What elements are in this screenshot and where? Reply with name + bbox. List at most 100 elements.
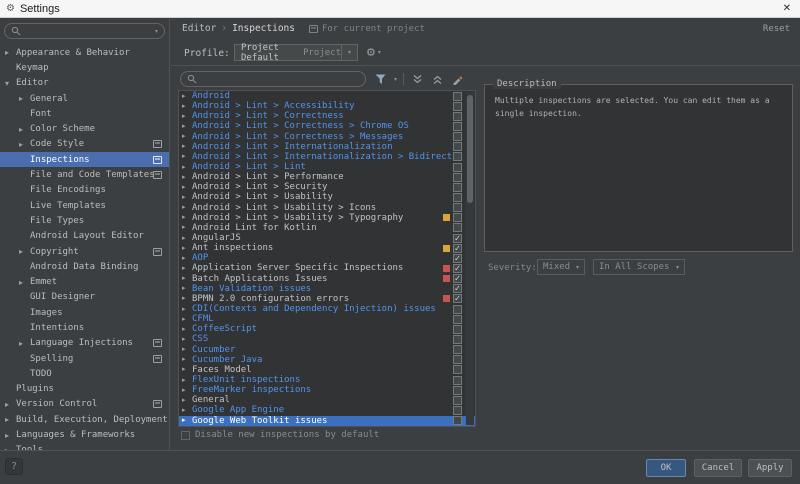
filter-caret-icon[interactable]: ▾ <box>394 76 397 83</box>
sidebar-item-intentions[interactable]: Intentions <box>0 320 169 335</box>
profile-actions-button[interactable]: ⚙ ▾ <box>366 46 381 59</box>
sidebar-item-font[interactable]: Font <box>0 106 169 121</box>
inspection-checkbox[interactable] <box>453 102 462 111</box>
inspection-checkbox[interactable]: ✓ <box>453 284 462 293</box>
chevron-right-icon[interactable]: ▸ <box>182 377 192 384</box>
sidebar-item-languages-frameworks[interactable]: ▸Languages & Frameworks <box>0 427 169 442</box>
inspection-row-flexunit-inspections[interactable]: ▸FlexUnit inspections <box>179 375 475 385</box>
chevron-right-icon[interactable]: ▸ <box>182 265 192 272</box>
chevron-right-icon[interactable]: ▸ <box>182 407 192 414</box>
chevron-right-icon[interactable]: ▸ <box>182 113 192 120</box>
inspection-checkbox[interactable]: ✓ <box>453 264 462 273</box>
sidebar-item-android-layout-editor[interactable]: Android Layout Editor <box>0 229 169 244</box>
inspection-row-android-lint-usability[interactable]: ▸Android > Lint > Usability <box>179 192 475 202</box>
chevron-right-icon[interactable]: ▸ <box>19 140 30 149</box>
chevron-right-icon[interactable]: ▸ <box>182 326 192 333</box>
chevron-right-icon[interactable]: ▸ <box>182 316 192 323</box>
inspection-checkbox[interactable]: ✓ <box>453 274 462 283</box>
chevron-right-icon[interactable]: ▸ <box>5 48 16 57</box>
chevron-right-icon[interactable]: ▸ <box>182 255 192 262</box>
chevron-right-icon[interactable]: ▸ <box>182 387 192 394</box>
inspections-search-input[interactable] <box>200 73 359 85</box>
sidebar-item-emmet[interactable]: ▸Emmet <box>0 274 169 289</box>
inspection-row-android-lint-correctness-messages[interactable]: ▸Android > Lint > Correctness > Messages <box>179 132 475 142</box>
sidebar-item-android-data-binding[interactable]: Android Data Binding <box>0 259 169 274</box>
chevron-right-icon[interactable]: ▸ <box>182 235 192 242</box>
chevron-right-icon[interactable]: ▸ <box>182 356 192 363</box>
sidebar-item-appearance-behavior[interactable]: ▸Appearance & Behavior <box>0 45 169 60</box>
chevron-right-icon[interactable]: ▸ <box>182 346 192 353</box>
chevron-right-icon[interactable]: ▸ <box>182 103 192 110</box>
inspection-row-batch-applications-issues[interactable]: ▸Batch Applications Issues✓ <box>179 274 475 284</box>
inspection-checkbox[interactable] <box>453 142 462 151</box>
sidebar-item-editor[interactable]: ▾Editor <box>0 76 169 91</box>
inspection-row-freemarker-inspections[interactable]: ▸FreeMarker inspections <box>179 385 475 395</box>
inspection-checkbox[interactable] <box>453 152 462 161</box>
chevron-right-icon[interactable]: ▸ <box>182 295 192 302</box>
inspection-row-google-app-engine[interactable]: ▸Google App Engine <box>179 405 475 415</box>
inspection-row-bean-validation-issues[interactable]: ▸Bean Validation issues✓ <box>179 284 475 294</box>
chevron-right-icon[interactable]: ▸ <box>182 194 192 201</box>
sidebar-item-plugins[interactable]: Plugins <box>0 382 169 397</box>
cancel-button[interactable]: Cancel <box>694 459 742 477</box>
breadcrumb-editor[interactable]: Editor <box>182 23 216 34</box>
brush-icon[interactable] <box>450 72 464 86</box>
inspection-row-ant-inspections[interactable]: ▸Ant inspections✓ <box>179 243 475 253</box>
inspection-checkbox[interactable] <box>453 335 462 344</box>
inspection-row-cucumber[interactable]: ▸Cucumber <box>179 345 475 355</box>
inspection-row-android-lint-correctness-chrome-os[interactable]: ▸Android > Lint > Correctness > Chrome O… <box>179 121 475 131</box>
inspection-row-cdi-contexts-and-dependency-injection-issues[interactable]: ▸CDI(Contexts and Dependency Injection) … <box>179 304 475 314</box>
sidebar-item-spelling[interactable]: Spelling <box>0 351 169 366</box>
sidebar-item-language-injections[interactable]: ▸Language Injections <box>0 336 169 351</box>
settings-search-box[interactable]: ▾ <box>4 23 165 39</box>
inspection-checkbox[interactable] <box>453 396 462 405</box>
expand-all-icon[interactable] <box>410 72 424 86</box>
chevron-right-icon[interactable]: ▸ <box>5 400 16 409</box>
inspection-row-bpmn-2-0-configuration-errors[interactable]: ▸BPMN 2.0 configuration errors✓ <box>179 294 475 304</box>
inspection-checkbox[interactable] <box>453 193 462 202</box>
inspection-row-coffeescript[interactable]: ▸CoffeeScript <box>179 324 475 334</box>
chevron-right-icon[interactable]: ▸ <box>19 125 30 134</box>
sidebar-item-images[interactable]: Images <box>0 305 169 320</box>
inspection-checkbox[interactable] <box>453 183 462 192</box>
inspection-checkbox[interactable] <box>453 386 462 395</box>
close-icon[interactable]: ✕ <box>783 3 791 14</box>
help-button[interactable]: ? <box>5 458 23 475</box>
sidebar-item-file-and-code-templates[interactable]: File and Code Templates <box>0 167 169 182</box>
chevron-right-icon[interactable]: ▸ <box>182 214 192 221</box>
inspection-row-css[interactable]: ▸CSS <box>179 334 475 344</box>
inspection-row-faces-model[interactable]: ▸Faces Model <box>179 365 475 375</box>
inspection-checkbox[interactable] <box>453 173 462 182</box>
inspection-row-android[interactable]: ▸Android <box>179 91 475 101</box>
disable-new-inspections-checkbox[interactable] <box>181 431 190 440</box>
inspection-row-android-lint-security[interactable]: ▸Android > Lint > Security <box>179 182 475 192</box>
inspection-checkbox[interactable] <box>453 163 462 172</box>
inspection-row-android-lint-for-kotlin[interactable]: ▸Android Lint for Kotlin <box>179 223 475 233</box>
chevron-right-icon[interactable]: ▸ <box>182 133 192 140</box>
chevron-right-icon[interactable]: ▸ <box>182 275 192 282</box>
chevron-right-icon[interactable]: ▸ <box>182 245 192 252</box>
inspection-row-cfml[interactable]: ▸CFML <box>179 314 475 324</box>
chevron-right-icon[interactable]: ▸ <box>182 153 192 160</box>
chevron-right-icon[interactable]: ▸ <box>182 143 192 150</box>
chevron-right-icon[interactable]: ▸ <box>182 184 192 191</box>
inspection-row-application-server-specific-inspections[interactable]: ▸Application Server Specific Inspections… <box>179 263 475 273</box>
inspection-checkbox[interactable] <box>453 376 462 385</box>
inspection-checkbox[interactable] <box>453 112 462 121</box>
inspection-checkbox[interactable] <box>453 416 462 425</box>
inspection-row-android-lint-correctness[interactable]: ▸Android > Lint > Correctness <box>179 111 475 121</box>
inspection-checkbox[interactable]: ✓ <box>453 244 462 253</box>
sidebar-item-todo[interactable]: TODO <box>0 366 169 381</box>
inspection-row-aop[interactable]: ▸AOP✓ <box>179 253 475 263</box>
severity-combobox[interactable]: Mixed ▾ <box>537 259 585 275</box>
chevron-right-icon[interactable]: ▸ <box>182 204 192 211</box>
inspection-row-android-lint-performance[interactable]: ▸Android > Lint > Performance <box>179 172 475 182</box>
inspection-row-android-lint-usability-typography[interactable]: ▸Android > Lint > Usability > Typography <box>179 213 475 223</box>
inspection-checkbox[interactable] <box>453 325 462 334</box>
collapse-all-icon[interactable] <box>430 72 444 86</box>
inspection-checkbox[interactable]: ✓ <box>453 254 462 263</box>
inspection-row-angularjs[interactable]: ▸AngularJS✓ <box>179 233 475 243</box>
chevron-right-icon[interactable]: ▸ <box>19 278 30 287</box>
chevron-right-icon[interactable]: ▸ <box>182 174 192 181</box>
ok-button[interactable]: OK <box>646 459 686 477</box>
